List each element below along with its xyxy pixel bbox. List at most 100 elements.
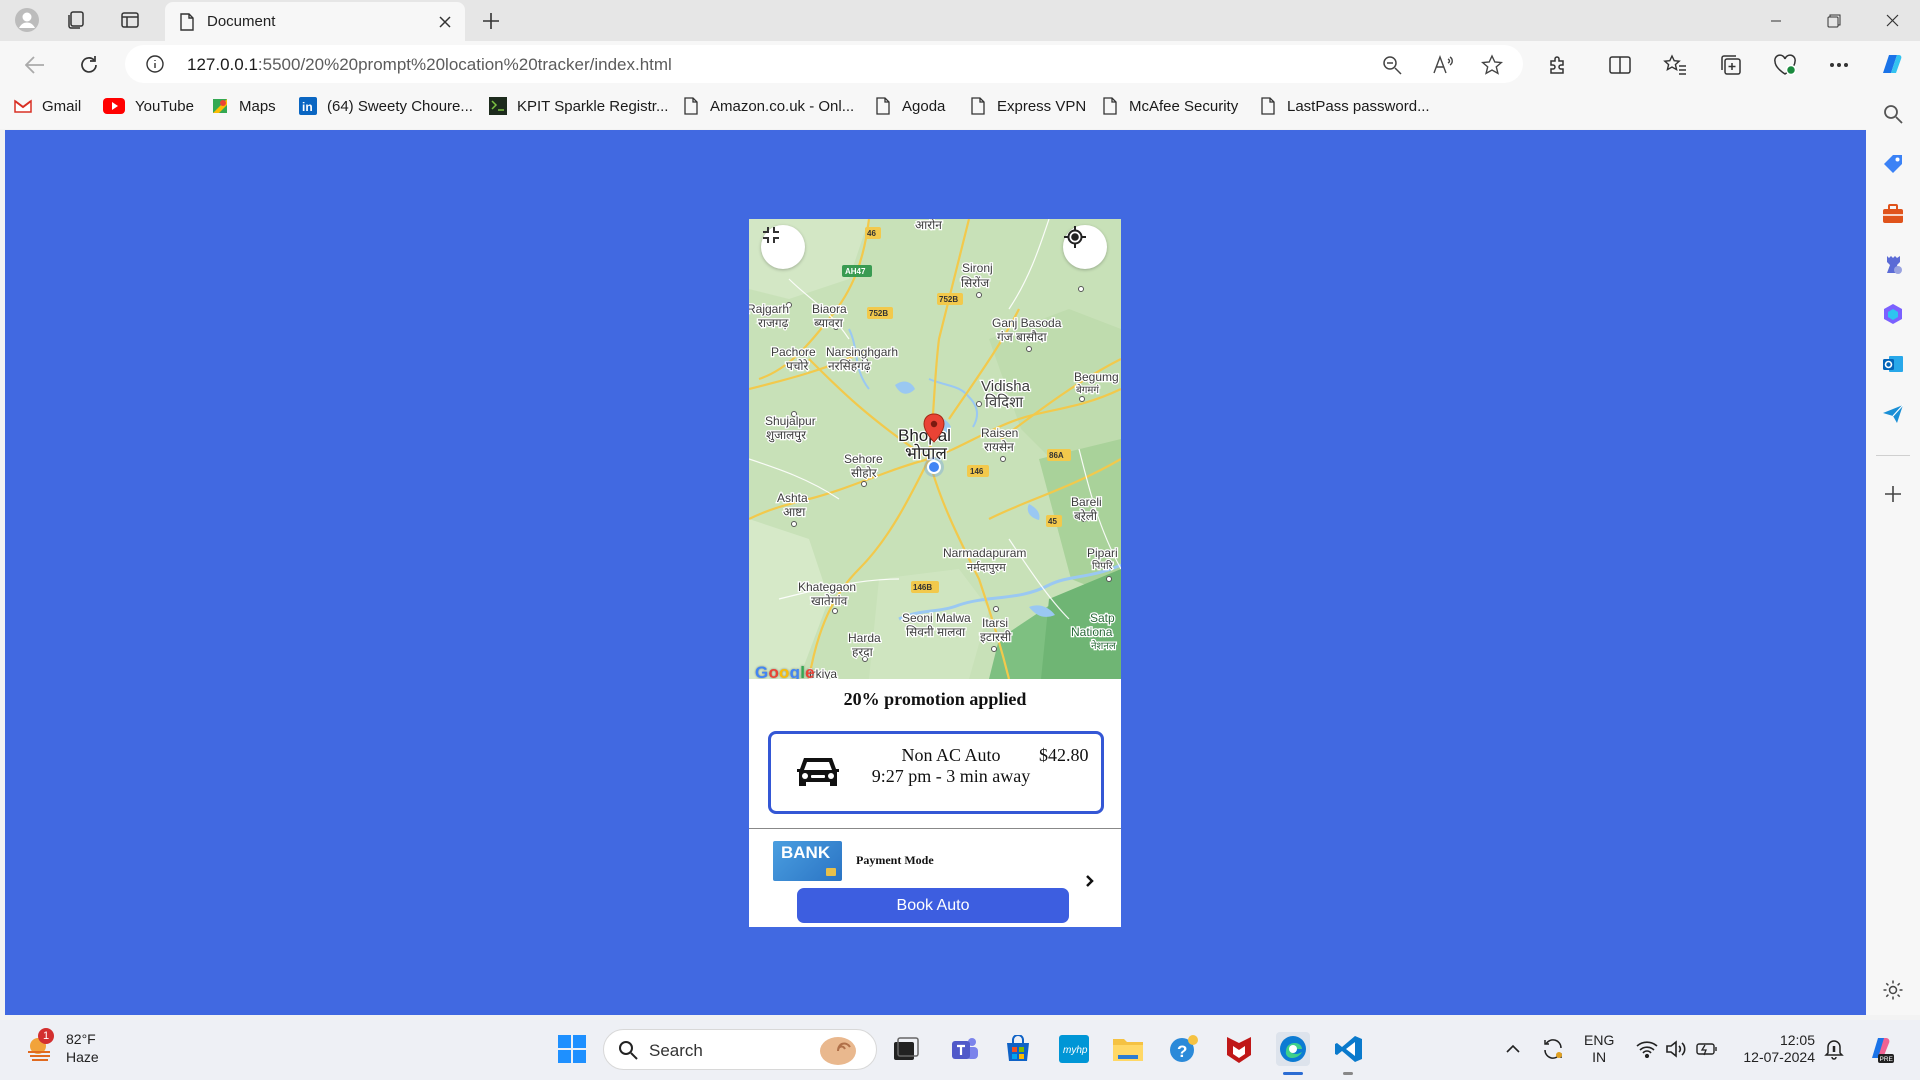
search-icon[interactable] — [1880, 101, 1906, 127]
arrival-time: 9:27 pm - 3 min away — [871, 766, 1031, 786]
start-button[interactable] — [555, 1032, 589, 1066]
show-hidden-icons-chevron-icon[interactable] — [1496, 1032, 1530, 1066]
map-shield: 146 — [970, 467, 984, 476]
send-icon[interactable] — [1880, 401, 1906, 427]
map-label: पिपरि — [1092, 560, 1114, 572]
bookmark-expressvpn[interactable]: Express VPN — [969, 97, 1086, 115]
battery-icon[interactable] — [1690, 1032, 1724, 1066]
reload-icon[interactable] — [72, 48, 106, 82]
teams-icon[interactable] — [948, 1032, 982, 1066]
bookmark-kpit[interactable]: KPIT Sparkle Registr... — [489, 97, 668, 115]
map-shield: AH47 — [845, 267, 866, 276]
recenter-location-button[interactable] — [1063, 225, 1107, 269]
collections-icon[interactable] — [1716, 50, 1746, 80]
browser-essentials-icon[interactable] — [1770, 50, 1800, 80]
map-label: राजगढ़ — [758, 316, 789, 330]
minimize-button[interactable] — [1748, 0, 1804, 41]
svg-text:in: in — [302, 100, 313, 114]
read-aloud-icon[interactable] — [1432, 54, 1454, 76]
weather-widget[interactable]: 1 82°F Haze — [26, 1028, 99, 1066]
page-icon — [1259, 97, 1277, 115]
workspaces-icon[interactable] — [57, 5, 95, 35]
ride-option-card[interactable]: Non AC Auto 9:27 pm - 3 min away $42.80 — [768, 731, 1104, 814]
shopping-tag-icon[interactable] — [1880, 151, 1906, 177]
map-label: Rajgarh — [749, 302, 789, 316]
close-tab-icon[interactable] — [439, 15, 451, 28]
bookmark-mcafee[interactable]: McAfee Security — [1101, 97, 1238, 115]
google-logo: Google — [755, 663, 815, 679]
gmail-icon — [14, 97, 32, 115]
bookmark-lastpass[interactable]: LastPass password... — [1259, 97, 1430, 115]
new-tab-button[interactable] — [475, 5, 507, 37]
active-app-indicator — [1283, 1072, 1303, 1075]
tools-briefcase-icon[interactable] — [1880, 201, 1906, 227]
help-icon[interactable]: ? — [1167, 1032, 1201, 1066]
copilot-icon[interactable] — [1876, 50, 1906, 80]
clock-date: 12-07-2024 — [1743, 1049, 1815, 1065]
windows-taskbar: 1 82°F Haze Search myhp ? ENG IN 12:05 1… — [0, 1020, 1920, 1080]
bookmark-maps[interactable]: Maps — [211, 97, 276, 115]
tab-title: Document — [207, 13, 276, 30]
bookmark-agoda[interactable]: Agoda — [874, 97, 945, 115]
bookmark-linkedin[interactable]: in (64) Sweety Choure... — [299, 97, 473, 115]
more-options-icon[interactable] — [1824, 50, 1854, 80]
notification-bell-icon[interactable] — [1817, 1032, 1851, 1066]
back-icon[interactable] — [18, 48, 52, 82]
favorite-star-icon[interactable] — [1481, 54, 1503, 76]
myhp-icon[interactable]: myhp — [1057, 1032, 1091, 1066]
games-icon[interactable] — [1880, 251, 1906, 277]
sync-icon[interactable] — [1536, 1032, 1570, 1066]
vscode-icon[interactable] — [1332, 1032, 1366, 1066]
map-shield: 46 — [867, 229, 876, 238]
zoom-icon[interactable] — [1381, 54, 1403, 76]
settings-gear-icon[interactable] — [1880, 977, 1906, 1003]
book-auto-button[interactable]: Book Auto — [797, 888, 1069, 923]
microsoft-365-icon[interactable] — [1880, 301, 1906, 327]
outlook-icon[interactable] — [1880, 351, 1906, 377]
clock[interactable]: 12:05 12-07-2024 — [1741, 1032, 1815, 1066]
map-label: हरदा — [852, 645, 874, 659]
bookmark-amazon[interactable]: Amazon.co.uk - Onl... — [682, 97, 854, 115]
chevron-right-icon[interactable] — [1085, 874, 1095, 888]
url-text[interactable]: 127.0.0.1:5500/20%20prompt%20location%20… — [187, 55, 672, 75]
section-divider — [749, 828, 1121, 829]
map-label: सिरोंज — [961, 276, 990, 290]
volume-icon[interactable] — [1659, 1032, 1693, 1066]
bank-card-icon: BANK — [773, 841, 842, 881]
map-label: Narsinghgarh — [826, 345, 898, 359]
copilot-preview-icon[interactable]: PRE — [1862, 1032, 1896, 1066]
bookmark-youtube[interactable]: YouTube — [103, 97, 194, 115]
taskbar-search[interactable]: Search — [603, 1029, 877, 1070]
search-icon — [619, 1041, 638, 1060]
page-icon — [1101, 97, 1119, 115]
restore-button[interactable] — [1806, 0, 1862, 41]
edge-browser-icon[interactable] — [1276, 1032, 1310, 1066]
payment-mode-label[interactable]: Payment Mode — [856, 853, 934, 868]
profile-icon[interactable] — [8, 5, 46, 35]
map-label: Sehore — [844, 452, 883, 466]
site-info-icon[interactable] — [145, 54, 165, 74]
split-screen-icon[interactable] — [1605, 50, 1635, 80]
ride-booking-card: 46 AH47 752B 752B 146 86A 45 146B आरोन S… — [749, 219, 1121, 927]
favorites-icon[interactable] — [1660, 50, 1690, 80]
map-label: शुजालपुर — [766, 428, 807, 443]
file-explorer-icon[interactable] — [1111, 1032, 1145, 1066]
map-label: Pachore — [771, 345, 816, 359]
microsoft-store-icon[interactable] — [1001, 1032, 1035, 1066]
add-icon[interactable] — [1880, 481, 1906, 507]
bookmark-gmail[interactable]: Gmail — [14, 97, 81, 115]
mcafee-icon[interactable] — [1222, 1032, 1256, 1066]
close-window-button[interactable] — [1864, 0, 1920, 41]
language-indicator[interactable]: ENG IN — [1584, 1032, 1614, 1066]
plus-icon — [483, 13, 499, 29]
extensions-icon[interactable] — [1543, 50, 1573, 80]
map-view[interactable]: 46 AH47 752B 752B 146 86A 45 146B आरोन S… — [749, 219, 1121, 679]
fullscreen-button[interactable] — [761, 225, 805, 269]
tab-actions-icon[interactable] — [111, 5, 149, 35]
task-view-icon[interactable] — [889, 1032, 923, 1066]
clock-time: 12:05 — [1779, 1032, 1815, 1048]
tab-document[interactable]: Document — [165, 2, 465, 41]
map-shield: 752B — [869, 309, 888, 318]
svg-text:?: ? — [1177, 1042, 1187, 1061]
address-bar[interactable]: 127.0.0.1:5500/20%20prompt%20location%20… — [125, 45, 1523, 83]
